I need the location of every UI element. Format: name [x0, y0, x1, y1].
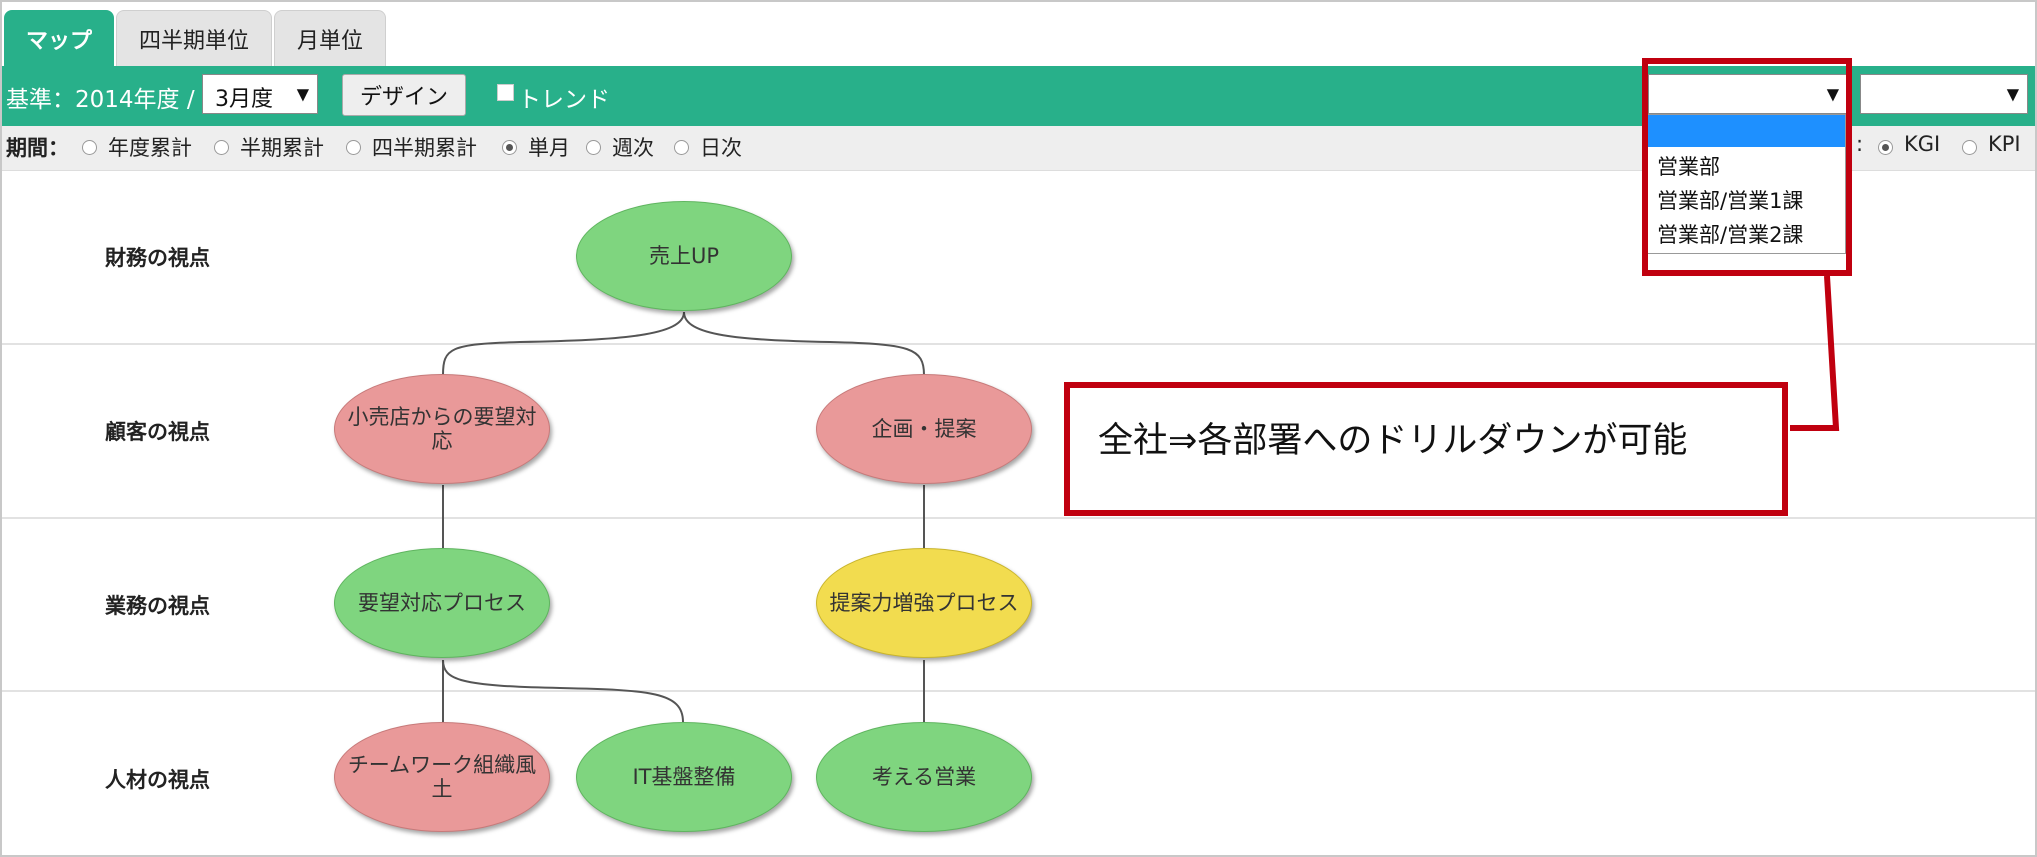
callout-text: 全社⇒各部署へのドリルダウンが可能: [1098, 421, 1688, 461]
